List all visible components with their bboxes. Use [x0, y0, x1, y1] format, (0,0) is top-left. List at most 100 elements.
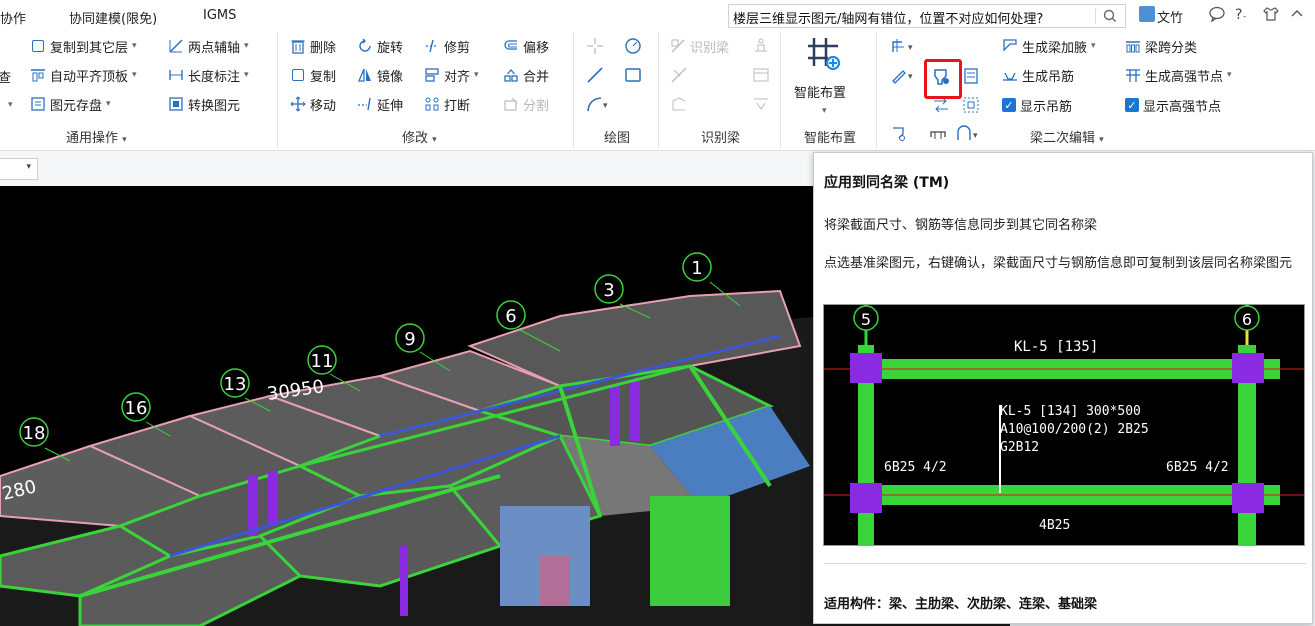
move-button[interactable]: 移动 — [290, 93, 336, 115]
circle-draw-icon[interactable] — [624, 37, 642, 55]
split-button[interactable]: 分割 — [503, 93, 549, 115]
user-name[interactable]: 文竹 — [1157, 7, 1183, 26]
break-button[interactable]: 打断 — [424, 93, 470, 115]
copy-to-floor-button[interactable]: 复制到其它层 ▾ — [30, 35, 137, 57]
floor-selector[interactable]: ▾ — [0, 158, 38, 180]
chevron-down-icon: ▾ — [244, 41, 249, 51]
merge-button[interactable]: 合并 — [503, 64, 549, 86]
show-strong-node-checkbox[interactable]: ✓ 显示高强节点 — [1125, 94, 1221, 116]
copy-label: 复制 — [310, 69, 337, 85]
divider — [277, 32, 278, 148]
break-icon — [424, 96, 440, 112]
hanger-icon — [1002, 67, 1018, 83]
beam-rebar-icon[interactable] — [890, 125, 908, 143]
line-draw-icon[interactable] — [586, 66, 604, 84]
figure-axis-right-label: 6 — [1242, 310, 1252, 329]
convert-element-button[interactable]: 转换图元 — [168, 93, 240, 115]
smart-layout-icon[interactable] — [806, 36, 842, 72]
trash-icon — [290, 38, 306, 54]
menu-item-collab[interactable]: 协作 — [0, 8, 26, 27]
svg-text:▾: ▾ — [603, 101, 608, 111]
split-icon — [503, 96, 519, 112]
trim-label: 修剪 — [444, 40, 471, 56]
dropdown-arrow-partial[interactable]: ▾ — [4, 94, 13, 116]
beam-origin-icon[interactable]: ▾ — [890, 37, 918, 55]
gen-haunch-label: 生成梁加腋 — [1022, 40, 1088, 56]
merge-label: 合并 — [523, 69, 550, 85]
align-icon — [424, 67, 440, 83]
checkbox-checked-icon: ✓ — [1125, 98, 1139, 112]
align-button[interactable]: 对齐 ▾ — [424, 64, 479, 86]
point-draw-icon[interactable] — [586, 37, 604, 55]
figure-bottom-rebar: 4B25 — [1039, 518, 1070, 533]
menu-item-igms[interactable]: IGMS — [203, 8, 236, 23]
archive-icon — [30, 96, 46, 112]
auto-align-top-button[interactable]: 自动平齐顶板 ▾ — [30, 64, 137, 86]
beam-check-icon[interactable] — [670, 66, 688, 84]
dimension-icon — [168, 67, 184, 83]
gen-hanger-button[interactable]: 生成吊筋 — [1002, 64, 1074, 86]
help-search-box[interactable]: 楼层三维显示图元/轴网有错位，位置不对应如何处理? — [728, 4, 1126, 28]
element-archive-button[interactable]: 图元存盘 ▾ — [30, 93, 111, 115]
beam-edit-icon[interactable] — [670, 95, 688, 113]
beam-pen-icon[interactable]: ▾ — [890, 66, 918, 84]
group-label-identify: 识别梁 — [701, 131, 741, 146]
beam-grid-icon[interactable] — [962, 96, 980, 114]
length-dim-button[interactable]: 长度标注 ▾ — [168, 64, 249, 86]
menu-item-coop-model[interactable]: 协同建模(限免) — [69, 8, 157, 27]
user-avatar-icon[interactable] — [1139, 6, 1155, 22]
copy-button[interactable]: 复制 — [290, 64, 336, 86]
search-icon[interactable] — [1101, 7, 1119, 25]
beam-table-icon[interactable] — [752, 66, 770, 84]
figure-axis-left-label: 5 — [861, 310, 871, 329]
shirt-skin-icon[interactable] — [1262, 5, 1280, 23]
span-classify-button[interactable]: 梁跨分类 — [1125, 35, 1197, 57]
delete-label: 删除 — [310, 40, 337, 56]
smart-layout-button[interactable]: 智能布置 — [794, 80, 846, 102]
group-label-modify[interactable]: 修改 ▾ — [402, 127, 437, 146]
two-point-axis-button[interactable]: 两点辅轴 ▾ — [168, 35, 249, 57]
gen-haunch-button[interactable]: 生成梁加腋 ▾ — [1002, 35, 1096, 57]
beam-support-icon[interactable] — [752, 37, 770, 55]
help-question-icon[interactable]: ? - — [1232, 5, 1250, 23]
help-search-text[interactable]: 楼层三维显示图元/轴网有错位，位置不对应如何处理? — [733, 8, 1043, 27]
offset-label: 偏移 — [523, 40, 550, 56]
beam-hanger-icon[interactable] — [929, 125, 947, 143]
chevron-down-icon: ▾ — [106, 99, 111, 109]
axis-label: 18 — [23, 423, 46, 444]
extend-label: 延伸 — [377, 98, 404, 114]
align-label: 对齐 — [444, 69, 471, 85]
group-label-beam-edit[interactable]: 梁二次编辑 ▾ — [1030, 127, 1104, 146]
offset-button[interactable]: 偏移 — [503, 35, 549, 57]
arc-draw-icon[interactable]: ▾ — [586, 95, 612, 113]
length-dim-label: 长度标注 — [188, 69, 241, 85]
checkbox-checked-icon: ✓ — [1002, 98, 1016, 112]
chevron-down-icon: ▾ — [822, 106, 827, 116]
smart-layout-dropdown[interactable]: ▾ — [818, 100, 827, 122]
delete-button[interactable]: 删除 — [290, 35, 336, 57]
rect-draw-icon[interactable] — [624, 66, 642, 84]
offset-icon — [503, 38, 519, 54]
show-hanger-label: 显示吊筋 — [1020, 99, 1073, 115]
show-hanger-checkbox[interactable]: ✓ 显示吊筋 — [1002, 94, 1072, 116]
gen-strong-node-button[interactable]: 生成高强节点 ▾ — [1125, 64, 1232, 86]
trim-button[interactable]: 修剪 — [424, 35, 470, 57]
chat-icon[interactable] — [1208, 5, 1226, 23]
group-label-general[interactable]: 通用操作 ▾ — [66, 127, 127, 146]
beam-hoop-icon[interactable]: ▾ — [955, 125, 983, 143]
span-classify-icon — [1125, 38, 1141, 54]
rotate-button[interactable]: 旋转 — [357, 35, 403, 57]
identify-beam-button[interactable]: 识别梁 — [670, 35, 729, 57]
identify-beam-icon — [670, 38, 686, 54]
beam-list-icon[interactable] — [962, 67, 980, 85]
mirror-button[interactable]: 镜像 — [357, 64, 403, 86]
two-point-axis-label: 两点辅轴 — [188, 40, 241, 56]
collapse-ribbon-icon[interactable] — [1288, 5, 1306, 23]
extend-button[interactable]: 延伸 — [357, 93, 403, 115]
beam-span-icon[interactable] — [752, 95, 770, 113]
highlight-box — [924, 59, 962, 99]
copy-floor-icon — [30, 38, 46, 54]
chevron-down-icon: ▾ — [1227, 70, 1232, 80]
query-button-partial[interactable]: 查 — [0, 65, 11, 87]
axis-label: 6 — [505, 306, 516, 327]
